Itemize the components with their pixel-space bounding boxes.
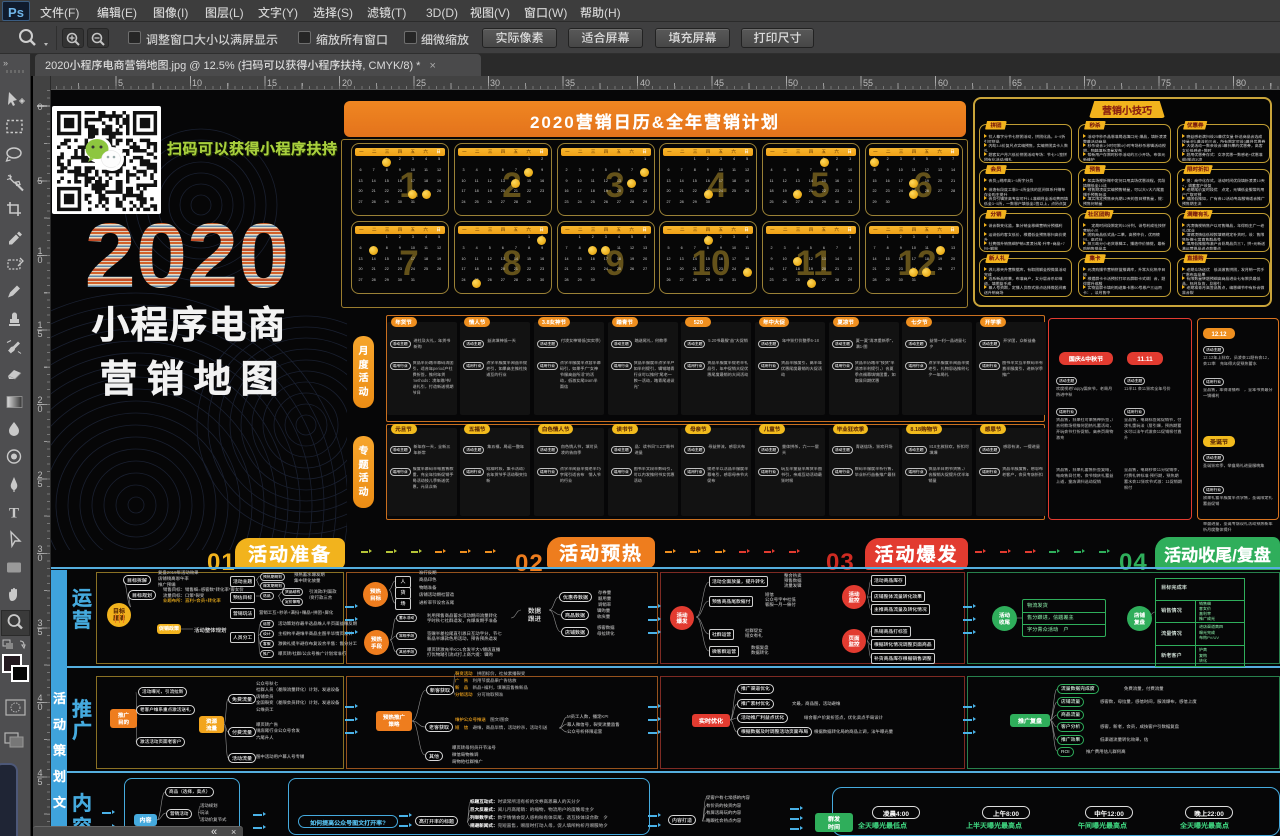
svg-text:T: T — [9, 506, 19, 522]
